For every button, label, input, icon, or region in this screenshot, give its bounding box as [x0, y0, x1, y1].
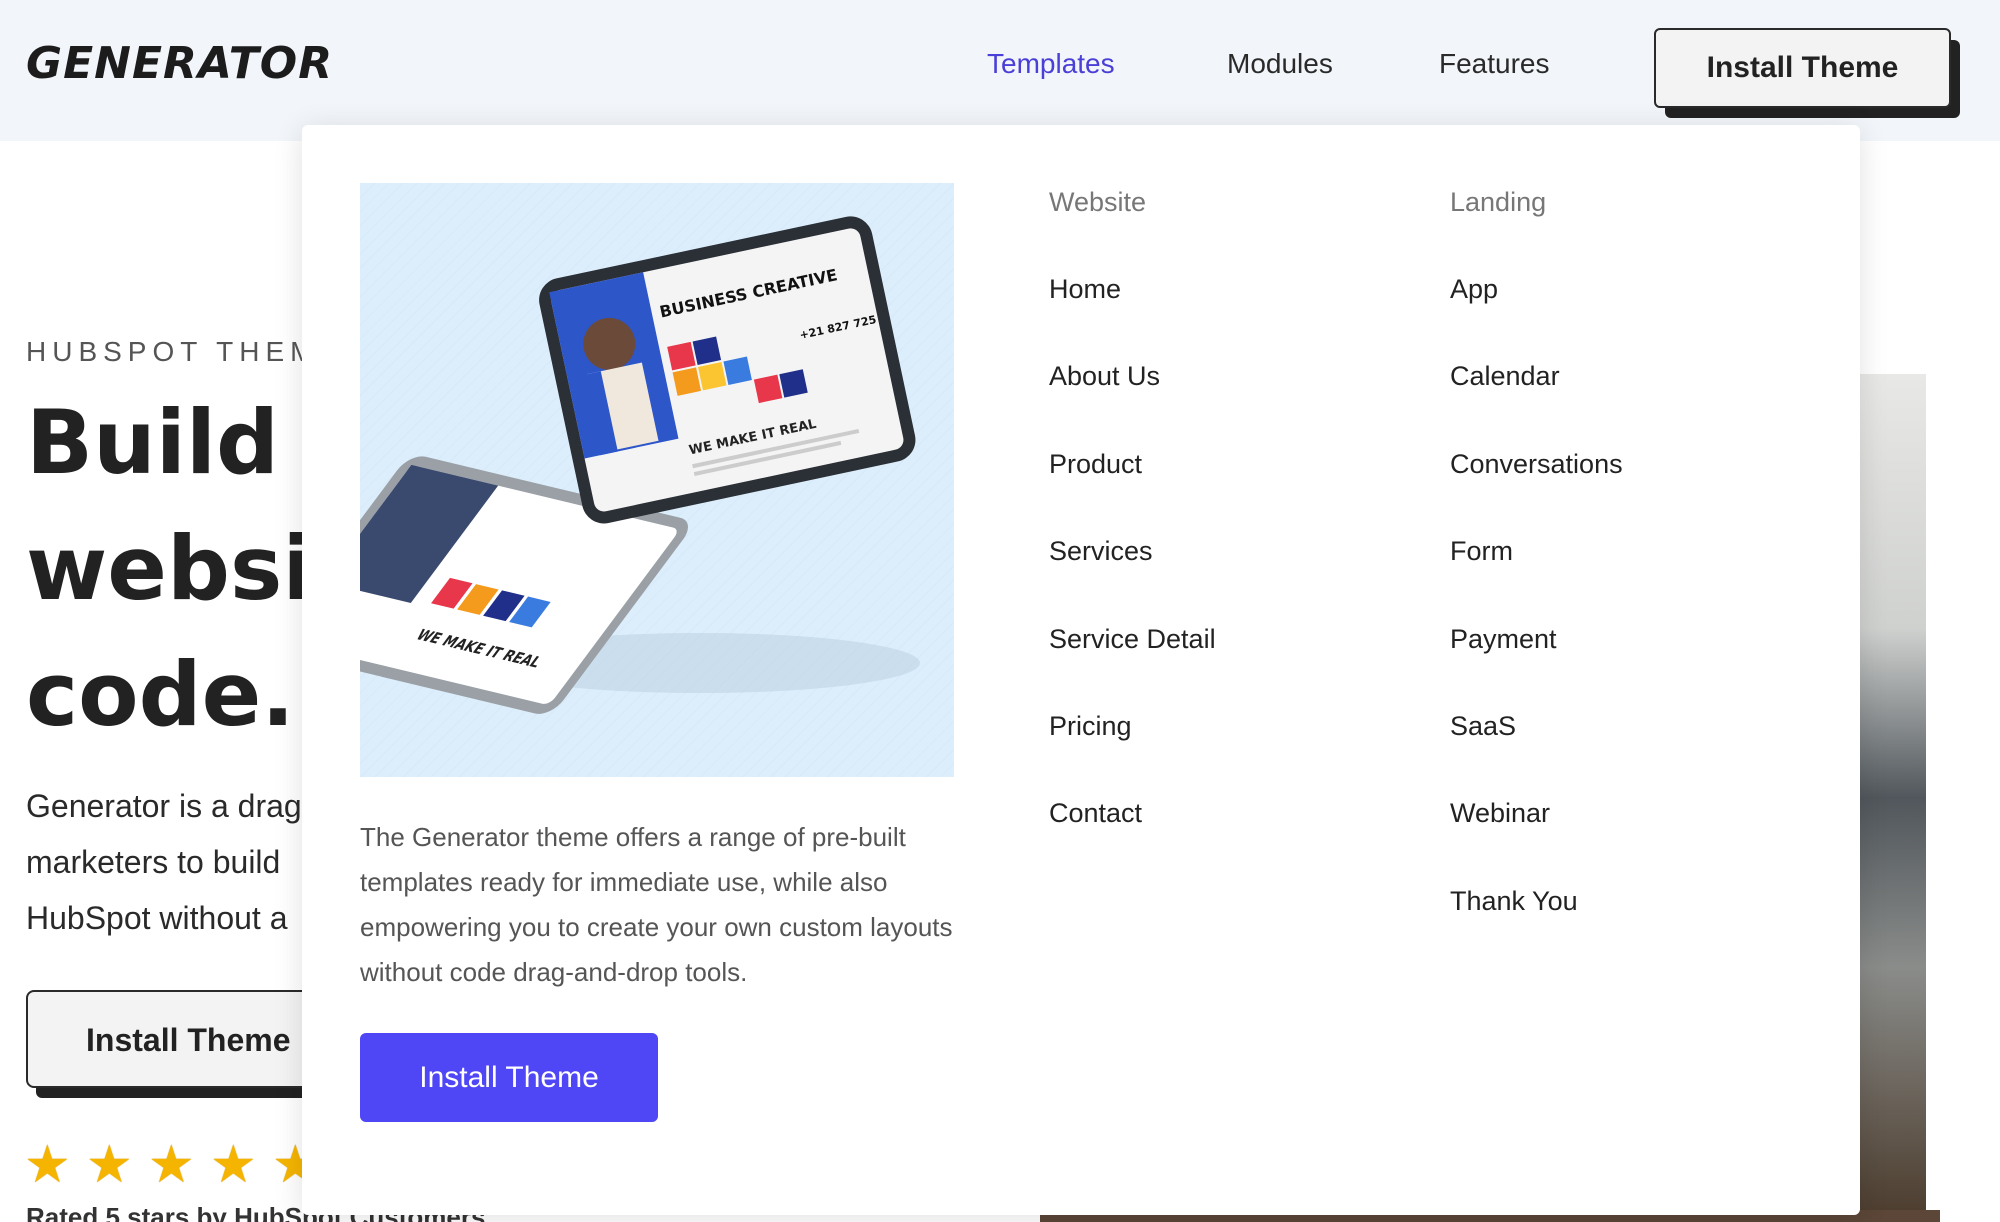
- website-heading: Website: [1049, 187, 1147, 217]
- menu-item-thank-you[interactable]: Thank You: [1450, 884, 1623, 971]
- website-templates-column: Website Home About Us Product Services S…: [1049, 185, 1216, 884]
- menu-item-conversations[interactable]: Conversations: [1450, 447, 1623, 534]
- menu-item-webinar[interactable]: Webinar: [1450, 796, 1623, 883]
- menu-item-payment[interactable]: Payment: [1450, 622, 1623, 709]
- dropdown-install-theme-button[interactable]: Install Theme: [360, 1033, 658, 1122]
- menu-item-form[interactable]: Form: [1450, 534, 1623, 621]
- star-icon: ★: [210, 1136, 257, 1194]
- hero-photo: [1860, 374, 1926, 1222]
- logo[interactable]: GENERATOR: [26, 38, 333, 89]
- hero-description: Generator is a drag marketers to build H…: [26, 788, 302, 936]
- landing-templates-column: Landing App Calendar Conversations Form …: [1450, 185, 1623, 971]
- nav-modules[interactable]: Modules: [1227, 48, 1333, 80]
- star-icon: ★: [24, 1136, 71, 1194]
- menu-item-service-detail[interactable]: Service Detail: [1049, 622, 1216, 709]
- tablet-mockup-illustration: WE MAKE IT REAL BUSINESS CREATIVE +21 82…: [360, 183, 954, 777]
- menu-item-about-us[interactable]: About Us: [1049, 359, 1216, 446]
- menu-item-app[interactable]: App: [1450, 272, 1623, 359]
- hero-eyebrow: HUBSPOT THEME: [26, 336, 345, 367]
- nav-features[interactable]: Features: [1439, 48, 1550, 80]
- header-install-theme-button[interactable]: Install Theme: [1654, 28, 1951, 108]
- menu-item-home[interactable]: Home: [1049, 272, 1216, 359]
- landing-heading: Landing: [1450, 187, 1547, 217]
- dropdown-description: The Generator theme offers a range of pr…: [360, 822, 953, 987]
- site-header: GENERATOR Templates Modules Features Ins…: [0, 0, 2000, 141]
- nav-templates[interactable]: Templates: [987, 48, 1115, 80]
- menu-item-contact[interactable]: Contact: [1049, 796, 1216, 883]
- template-preview-image: WE MAKE IT REAL BUSINESS CREATIVE +21 82…: [360, 183, 954, 777]
- star-icon: ★: [86, 1136, 133, 1194]
- menu-item-product[interactable]: Product: [1049, 447, 1216, 534]
- rating-stars: ★ ★ ★ ★ ★: [24, 1136, 322, 1194]
- hero-install-theme-button[interactable]: Install Theme: [26, 990, 326, 1088]
- menu-item-services[interactable]: Services: [1049, 534, 1216, 621]
- menu-item-calendar[interactable]: Calendar: [1450, 359, 1623, 446]
- menu-item-pricing[interactable]: Pricing: [1049, 709, 1216, 796]
- templates-dropdown-panel: WE MAKE IT REAL BUSINESS CREATIVE +21 82…: [302, 125, 1860, 1215]
- menu-item-saas[interactable]: SaaS: [1450, 709, 1623, 796]
- star-icon: ★: [148, 1136, 195, 1194]
